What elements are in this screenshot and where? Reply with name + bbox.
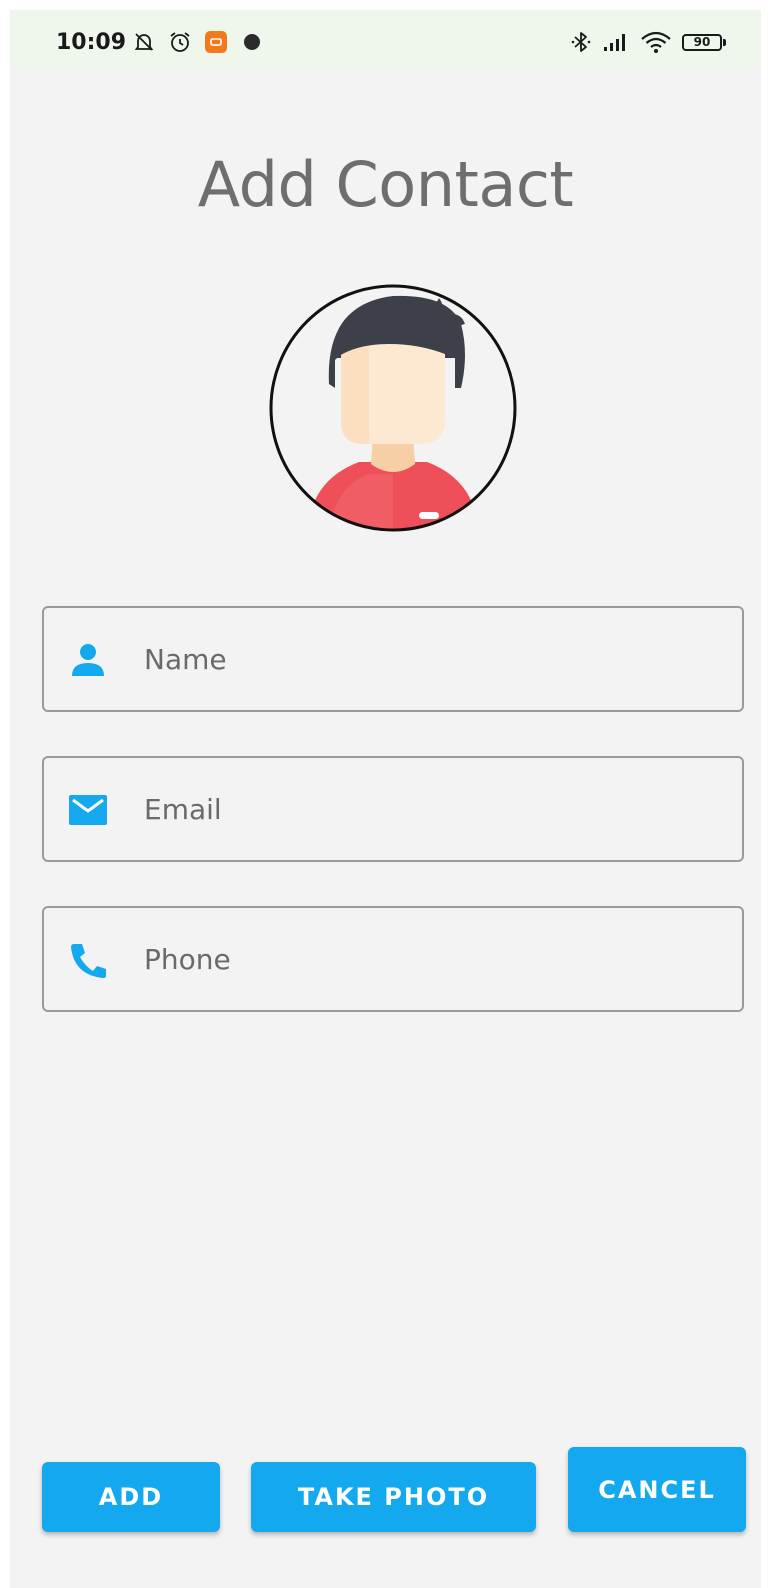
phone-input[interactable] [144,908,724,1010]
mail-icon [69,795,107,825]
name-field[interactable] [42,606,744,712]
email-field[interactable] [42,756,744,862]
add-button[interactable]: ADD [42,1462,220,1532]
battery-icon: 90 [682,34,722,51]
dot-icon [244,34,260,50]
cancel-button-label: CANCEL [598,1475,716,1504]
add-button-label: ADD [98,1483,164,1511]
take-photo-button-label: TAKE PHOTO [297,1483,490,1511]
battery-tip [723,39,726,46]
battery-level: 90 [693,35,711,49]
add-contact-screen: 10:09 90 Add Contact Name Email Phone AD… [10,10,761,1588]
wifi-icon [641,31,671,53]
name-input[interactable] [144,608,724,710]
person-avatar-icon[interactable] [269,284,517,532]
phone-field[interactable] [42,906,744,1012]
bluetooth-icon [571,32,591,52]
alarm-clock-icon [170,32,190,52]
muted-bell-icon [134,33,154,51]
signal-icon [604,34,625,51]
status-bar: 10:09 90 [10,10,761,68]
page-title: Add Contact [197,148,574,221]
email-input[interactable] [144,758,724,860]
take-photo-button[interactable]: TAKE PHOTO [251,1462,536,1532]
app-notification-icon [205,31,227,53]
status-time: 10:09 [56,30,127,55]
person-icon [72,644,104,676]
phone-icon [71,944,106,978]
cancel-button[interactable]: CANCEL [568,1447,746,1532]
